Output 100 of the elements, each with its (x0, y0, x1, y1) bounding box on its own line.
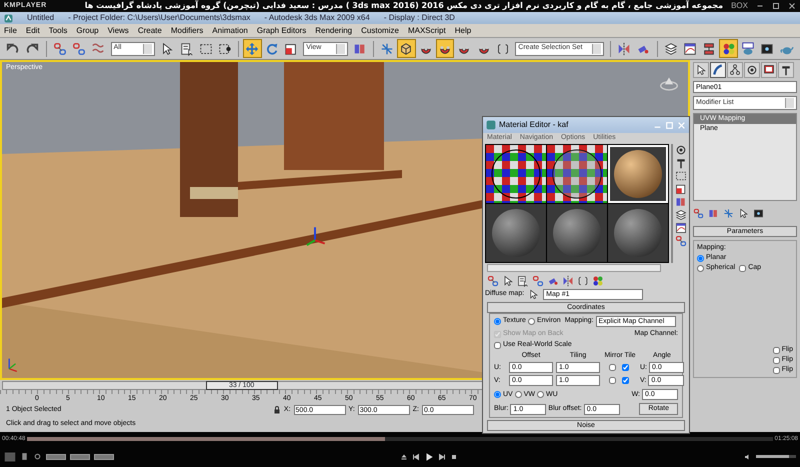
menu-item[interactable]: Animation (212, 26, 248, 36)
rotate-icon[interactable] (264, 42, 279, 56)
menu-item[interactable]: Modifiers (170, 26, 204, 36)
checkbox[interactable] (772, 366, 780, 374)
checker-sphere-swatch[interactable] (486, 145, 546, 203)
play-icon[interactable] (424, 452, 434, 462)
previous-icon[interactable] (412, 452, 420, 460)
checkbox[interactable] (622, 364, 629, 372)
cursor-arrow-icon[interactable] (160, 42, 174, 56)
scrollbar[interactable] (487, 264, 661, 272)
broken-link-icon[interactable] (532, 275, 544, 287)
cursor-arrow-icon[interactable] (738, 208, 749, 219)
dashed-rectangle-icon[interactable] (198, 42, 213, 56)
toggle-button[interactable] (94, 454, 114, 460)
wood-sphere-swatch[interactable] (608, 145, 668, 203)
radio-button[interactable] (537, 391, 544, 398)
schematic-icon[interactable] (702, 42, 716, 56)
undo-icon[interactable] (6, 42, 20, 56)
select-list-icon[interactable] (517, 275, 529, 287)
menu-item[interactable]: Views (108, 26, 129, 36)
menu-item[interactable]: Edit (26, 26, 40, 36)
radio-button[interactable] (697, 264, 704, 272)
material-spheres-icon[interactable] (722, 42, 736, 56)
radio-button[interactable] (528, 318, 535, 325)
radio-button[interactable] (494, 318, 501, 325)
menu-item[interactable]: Customize (361, 26, 399, 36)
maximize-icon[interactable] (772, 2, 780, 10)
toggle-button[interactable] (46, 454, 66, 460)
layers-icon[interactable] (664, 42, 678, 56)
checkbox[interactable] (622, 377, 629, 384)
redo-icon[interactable] (25, 42, 40, 56)
checkbox[interactable] (609, 377, 616, 384)
motion-icon[interactable] (675, 144, 687, 156)
pivot-icon[interactable] (352, 42, 367, 56)
dashed-rectangle-icon[interactable] (675, 170, 687, 182)
stop-icon[interactable] (450, 452, 458, 460)
checkbox[interactable] (739, 264, 746, 272)
close-icon[interactable] (788, 2, 796, 10)
cursor-arrow-icon[interactable] (502, 275, 514, 287)
chain-link-icon[interactable] (487, 275, 499, 287)
sphere-swatch[interactable] (547, 204, 607, 262)
curve-editor-icon[interactable] (675, 222, 687, 234)
menu-item[interactable]: Help (454, 26, 472, 36)
radio-button[interactable] (494, 391, 501, 398)
pivot-icon[interactable] (675, 196, 687, 208)
sphere-swatch[interactable] (486, 204, 546, 262)
wavy-link-icon[interactable] (91, 42, 106, 56)
panel-icon[interactable] (20, 452, 29, 461)
eject-icon[interactable] (400, 452, 408, 460)
layers-icon[interactable] (675, 209, 687, 221)
move-icon[interactable] (245, 42, 260, 56)
checkbox[interactable] (772, 356, 780, 364)
scrollbar[interactable] (671, 144, 673, 263)
screen-icon[interactable] (4, 450, 16, 462)
pivot-icon[interactable] (708, 208, 719, 219)
material-spheres-icon[interactable] (592, 275, 604, 287)
menu-item[interactable]: File (4, 26, 17, 36)
chain-link-icon[interactable] (675, 235, 687, 247)
scale-icon[interactable] (284, 42, 298, 56)
chain-link-icon[interactable] (693, 208, 704, 219)
sphere-swatch[interactable] (608, 204, 668, 262)
menu-item[interactable]: Graph Editors (256, 26, 306, 36)
monitor-icon[interactable] (763, 64, 775, 76)
checkbox[interactable] (772, 346, 780, 354)
render-window-icon[interactable] (760, 42, 774, 56)
lock-icon[interactable] (272, 406, 281, 414)
manipulator-icon[interactable] (723, 208, 734, 219)
bent-pipe-icon[interactable] (712, 64, 724, 76)
window-title: - Autodesk 3ds Max 2009 x64 (264, 13, 370, 23)
cube-icon[interactable] (399, 42, 414, 56)
manipulator-icon[interactable] (380, 42, 394, 56)
broken-link-icon[interactable] (72, 42, 86, 56)
window-title: Material Editor - kaf (499, 120, 570, 130)
mirror-icon[interactable] (562, 275, 574, 287)
motion-icon[interactable] (746, 64, 758, 76)
dotted-square-icon[interactable] (218, 42, 232, 56)
video-title: مجموعه آموزشی جامع ، گام به گام و کاربردی نرم افزار تری دی مکس 2016 (3ds max 2016 ) مدرس : سعید فدایی (تیچرمن) گروه آموزشی پادشاه گرافیست ها (84, 1, 724, 11)
chain-link-icon[interactable] (52, 42, 67, 56)
radio-button[interactable] (697, 254, 704, 262)
scale-icon[interactable] (675, 183, 687, 195)
checkbox[interactable] (494, 342, 501, 349)
axis-tripod-icon (8, 358, 18, 372)
menu-item[interactable]: Rendering (315, 26, 352, 36)
render-setup-icon[interactable] (740, 42, 755, 56)
toggle-button[interactable] (70, 454, 90, 460)
hierarchy-icon[interactable] (729, 64, 741, 76)
radio-button[interactable] (514, 391, 522, 398)
render-window-icon[interactable] (753, 208, 764, 219)
menu-item[interactable]: Group (76, 26, 99, 36)
cursor-arrow-icon[interactable] (528, 289, 540, 300)
checker-sphere-swatch[interactable] (547, 145, 607, 203)
menu-item[interactable]: Tools (48, 26, 68, 36)
next-icon[interactable] (438, 452, 446, 460)
curve-editor-icon[interactable] (682, 42, 697, 56)
gear-icon[interactable] (33, 452, 42, 461)
menu-item[interactable]: MAXScript (408, 26, 446, 36)
menu-item[interactable]: Create (138, 26, 162, 36)
select-list-icon[interactable] (180, 42, 194, 56)
checkbox[interactable] (609, 364, 616, 372)
mirror-icon[interactable] (617, 42, 632, 56)
